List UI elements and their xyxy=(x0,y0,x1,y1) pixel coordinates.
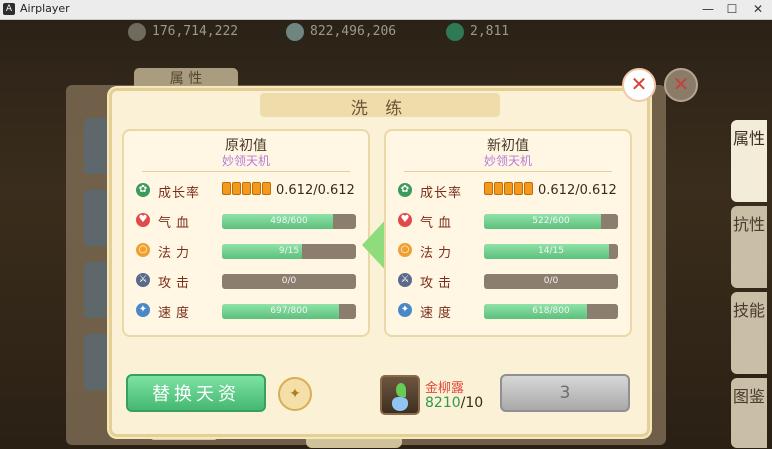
stat-bar: 9/15 xyxy=(222,244,356,259)
side-tab-resistance[interactable]: 抗性 xyxy=(731,206,767,288)
growth-label: 成长率 xyxy=(158,186,201,201)
stat-label: 法力 xyxy=(158,246,195,261)
divider xyxy=(404,171,612,172)
silver-coin-icon xyxy=(128,22,146,41)
stat-label: 速度 xyxy=(158,306,195,321)
stat-row-hp: ♥ 气血 498/600 xyxy=(136,211,360,231)
growth-row: ✿ 成长率 0.612/0.612 xyxy=(398,181,622,201)
item-name: 金柳露 xyxy=(425,381,465,396)
resource-value: 176,714,222 xyxy=(152,24,239,39)
stat-label: 气血 xyxy=(420,216,457,231)
close-dialog-button[interactable]: ✕ xyxy=(622,68,656,102)
item-count: 8210/10 xyxy=(425,395,484,411)
new-values-card: 新初值 妙领天机 ✿ 成长率 0.612/0.612 ♥ 气血 522/600 … xyxy=(384,129,632,337)
lock-seal-icon[interactable]: ✦ xyxy=(278,377,312,411)
stat-row-atk: ⚔ 攻击 0/0 xyxy=(136,271,360,291)
side-tab-attributes[interactable]: 属性 xyxy=(731,120,767,202)
minimize-button[interactable]: — xyxy=(696,0,720,19)
stat-label: 速度 xyxy=(420,306,457,321)
refine-button[interactable]: 3 xyxy=(500,374,630,412)
maximize-button[interactable]: ☐ xyxy=(720,0,744,19)
stat-bar: 618/800 xyxy=(484,304,618,319)
stat-bar: 0/0 xyxy=(484,274,618,289)
refine-dialog: 洗 练 原初值 妙领天机 ✿ 成长率 0.612/0.612 ♥ 气血 498/… xyxy=(109,88,650,437)
growth-row: ✿ 成长率 0.612/0.612 xyxy=(136,181,360,201)
growth-pips xyxy=(484,182,534,199)
stat-bar: 0/0 xyxy=(222,274,356,289)
side-tab-skills[interactable]: 技能 xyxy=(731,292,767,374)
resource-value: 822,496,206 xyxy=(310,24,397,39)
stat-label: 攻击 xyxy=(158,276,195,291)
background-close-button[interactable]: ✕ xyxy=(664,68,698,102)
mana-icon: ○ xyxy=(136,243,150,257)
stat-row-spd: ✦ 速度 697/800 xyxy=(136,301,360,321)
jade-icon xyxy=(446,22,464,41)
window-title: Airplayer xyxy=(20,2,70,15)
stat-label: 法力 xyxy=(420,246,457,261)
side-tab-codex[interactable]: 图鉴 xyxy=(731,378,767,448)
resource-bar: 176,714,222 822,496,206 2,811 xyxy=(0,20,772,44)
resource-ingot: 822,496,206 xyxy=(286,22,396,42)
stat-label: 气血 xyxy=(158,216,195,231)
golden-willow-dew-icon xyxy=(380,375,420,415)
mana-icon: ○ xyxy=(398,243,412,257)
growth-label: 成长率 xyxy=(420,186,463,201)
resource-value: 2,811 xyxy=(470,24,510,39)
stat-row-atk: ⚔ 攻击 0/0 xyxy=(398,271,622,291)
dialog-title: 洗 练 xyxy=(350,99,409,119)
stat-bar: 522/600 xyxy=(484,214,618,229)
growth-value: 0.612/0.612 xyxy=(222,182,355,199)
window-titlebar: A Airplayer — ☐ ✕ xyxy=(0,0,772,20)
close-window-button[interactable]: ✕ xyxy=(746,0,770,19)
growth-value: 0.612/0.612 xyxy=(484,182,617,199)
growth-pips xyxy=(222,182,272,199)
growth-icon: ✿ xyxy=(398,183,412,197)
resource-silver: 176,714,222 xyxy=(128,22,238,42)
stat-bar: 14/15 xyxy=(484,244,618,259)
heart-icon: ♥ xyxy=(398,213,412,227)
divider xyxy=(142,171,350,172)
background-tab-attributes: 属 性 xyxy=(134,68,238,90)
resource-jade: 2,811 xyxy=(446,22,509,42)
swap-aptitude-button[interactable]: 替换天资 xyxy=(126,374,266,412)
growth-icon: ✿ xyxy=(136,183,150,197)
stat-bar: 697/800 xyxy=(222,304,356,319)
stat-row-hp: ♥ 气血 522/600 xyxy=(398,211,622,231)
sword-icon: ⚔ xyxy=(136,273,150,287)
original-values-card: 原初值 妙领天机 ✿ 成长率 0.612/0.612 ♥ 气血 498/600 … xyxy=(122,129,370,337)
ingot-icon xyxy=(286,22,304,41)
heart-icon: ♥ xyxy=(136,213,150,227)
stat-row-mp: ○ 法力 9/15 xyxy=(136,241,360,261)
card-subtitle: 妙领天机 xyxy=(221,154,270,168)
speed-icon: ✦ xyxy=(136,303,150,317)
speed-icon: ✦ xyxy=(398,303,412,317)
stat-row-mp: ○ 法力 14/15 xyxy=(398,241,622,261)
stat-bar: 498/600 xyxy=(222,214,356,229)
sword-icon: ⚔ xyxy=(398,273,412,287)
stat-label: 攻击 xyxy=(420,276,457,291)
card-subtitle: 妙领天机 xyxy=(483,154,532,168)
game-viewport: 176,714,222 822,496,206 2,811 属 性 ✕ 支援 返… xyxy=(0,20,772,449)
app-icon: A xyxy=(3,3,15,15)
stat-row-spd: ✦ 速度 618/800 xyxy=(398,301,622,321)
